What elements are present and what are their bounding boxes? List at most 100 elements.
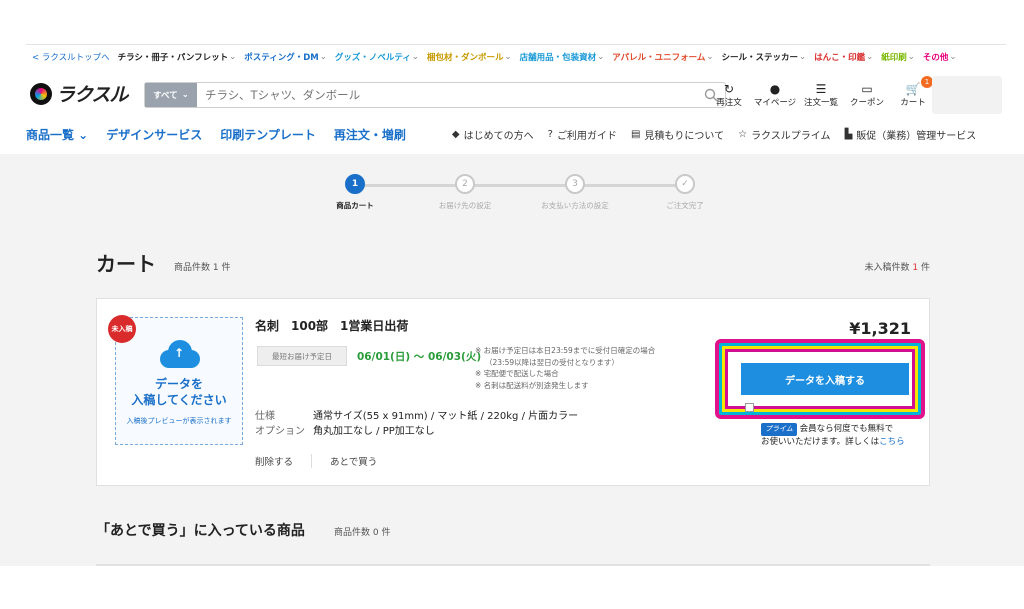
nav-main-link[interactable]: 印刷テンプレート: [220, 126, 316, 143]
step-number: 2: [455, 174, 475, 194]
category-link[interactable]: 梱包材・ダンボール: [427, 51, 504, 63]
divider: [311, 454, 313, 468]
header-icon-label: 注文一覧: [803, 98, 838, 108]
avatar[interactable]: [932, 76, 1002, 114]
cloud-upload-icon: ↑: [156, 340, 202, 368]
spec-label: 仕様: [255, 411, 275, 422]
user-button[interactable]: ● マイページ: [752, 82, 798, 108]
cart-title: カート: [96, 252, 156, 276]
cart-item-card: 未入稿 ↑ データを 入稿してください 入稿後プレビューが表示されます 名刺 1…: [96, 298, 930, 486]
prime-text-2: お使いいただけます。詳しくは: [761, 437, 880, 447]
unsubmitted-number: 1: [912, 263, 919, 273]
option-label: オプション: [255, 426, 305, 437]
delivery-note: ※ 名刺は配送料が別途発生します: [475, 380, 589, 390]
delivery-note: ※ 宅配便で配送した場合: [475, 369, 559, 378]
step-number: 1: [345, 174, 365, 194]
status-badge: 未入稿: [108, 315, 136, 343]
unsubmitted-unit: 件: [920, 263, 930, 273]
order-list-button[interactable]: ☰ 注文一覧: [798, 82, 844, 108]
category-link[interactable]: チラシ・冊子・パンフレット: [118, 51, 229, 63]
nav-sub-label: ご利用ガイド: [556, 130, 617, 142]
product-specs: 仕様 通常サイズ(55 x 91mm) / マット紙 / 220kg / 片面カラ…: [255, 409, 578, 439]
category-link[interactable]: シール・ステッカー: [721, 51, 798, 63]
section-divider: [96, 564, 930, 566]
nav-sub-label: 見積もりについて: [644, 130, 725, 142]
main-nav: 商品一覧 ⌄ デザインサービス 印刷テンプレート 再注文・増刷 ◆ はじめての方へ? ご利用…: [26, 120, 1006, 148]
coupon-button[interactable]: ▭ クーポン: [844, 82, 890, 108]
chevron-down-icon: ⌄: [949, 51, 957, 62]
category-link[interactable]: その他: [923, 51, 949, 63]
buy-later-title: 「あとで買う」に入っている商品: [96, 523, 305, 539]
submit-data-button[interactable]: データを入稿する: [741, 363, 909, 395]
coupon-icon: ▭: [861, 82, 873, 96]
search-input[interactable]: [197, 83, 697, 107]
search-scope-label: すべて: [153, 91, 178, 101]
raksul-top-link[interactable]: < ラクスルトップへ: [32, 51, 110, 63]
item-actions: 削除する あとで買う: [255, 454, 377, 468]
nav-main-link[interactable]: 商品一覧 ⌄: [26, 126, 88, 143]
delivery-notes: ※ お届け予定日は本日23:59までに受付日確定の場合 （23:59以降は翌日の受…: [475, 345, 655, 391]
reorder-icon: ↻: [723, 82, 735, 96]
category-link[interactable]: グッズ・ノベルティ: [335, 51, 411, 63]
cart-item-count: 商品件数 1 件: [174, 263, 231, 273]
nav-sub-link[interactable]: ? ご利用ガイド: [548, 127, 617, 142]
nav-sub-label: はじめての方へ: [463, 130, 534, 142]
cart-button[interactable]: 🛒 カート 1: [890, 76, 936, 108]
nav-sub-label: 販促（業務）管理サービス: [856, 130, 977, 142]
option-value: 角丸加工なし / PP加工なし: [313, 426, 435, 437]
buy-later-count: 商品件数 0 件: [334, 528, 391, 538]
nav-sub-link[interactable]: ▤ 見積もりについて: [631, 127, 724, 142]
step-label: お支払い方法の設定: [541, 201, 609, 210]
checkout-step: ✓ ご注文完了: [630, 174, 740, 211]
category-link[interactable]: 紙印刷: [881, 51, 907, 63]
header-icon-label: マイページ: [753, 98, 797, 108]
option-checkbox[interactable]: [745, 403, 754, 412]
upload-data-area[interactable]: ↑ データを 入稿してください 入稿後プレビューが表示されます: [115, 317, 243, 445]
header-icons: ↻ 再注文 ● マイページ ☰ 注文一覧 ▭ クーポン 🛒 カート 1: [706, 76, 936, 108]
delete-link[interactable]: 削除する: [255, 454, 293, 468]
nav-main-link[interactable]: デザインサービス: [106, 126, 202, 143]
order-list-icon: ☰: [815, 82, 827, 96]
step-label: お届け先の設定: [438, 201, 492, 210]
reorder-button[interactable]: ↻ 再注文: [706, 82, 752, 108]
logo[interactable]: ラクスル: [30, 80, 128, 107]
unsubmitted-count: 未入稿件数 1 件: [864, 260, 930, 273]
unsubmitted-label: 未入稿件数: [864, 263, 910, 273]
estimate-icon: ▤: [630, 128, 641, 140]
logo-mark-icon: [30, 82, 52, 105]
chevron-down-icon: ⌄: [798, 51, 807, 62]
category-link[interactable]: はんこ・印鑑: [814, 51, 865, 63]
search-scope-select[interactable]: すべて ⌄: [145, 83, 197, 107]
nav-sub-link[interactable]: ☆ ラクスルプライム: [738, 127, 830, 142]
delivery-note: ※ お届け予定日は本日23:59までに受付日確定の場合: [475, 346, 656, 355]
chevron-down-icon: ⌄: [181, 90, 189, 100]
step-label: ご注文完了: [666, 201, 704, 210]
buy-later-link[interactable]: あとで買う: [330, 454, 377, 468]
category-link[interactable]: 店舗用品・包装資材: [520, 51, 597, 63]
spec-value: 通常サイズ(55 x 91mm) / マット紙 / 220kg / 片面カラー: [313, 411, 579, 422]
category-link[interactable]: アパレル・ユニフォーム: [612, 51, 705, 63]
category-bar: < ラクスルトップへ チラシ・冊子・パンフレット ⌄ ポスティング・DM ⌄ グッズ・ノ…: [26, 44, 1006, 68]
user-icon: ●: [769, 82, 781, 96]
nav-sub-link[interactable]: ▙ 販促（業務）管理サービス: [845, 127, 977, 142]
chevron-down-icon: ⌄: [706, 51, 714, 62]
checkout-step: 3 お支払い方法の設定: [520, 174, 630, 211]
header-icon-label: クーポン: [849, 98, 884, 108]
delivery-date: 06/01(日) 〜 06/03(火): [357, 351, 482, 363]
logo-text: ラクスル: [56, 84, 128, 106]
header-icon-label: 再注文: [716, 98, 742, 108]
category-link[interactable]: ポスティング・DM: [244, 51, 319, 63]
header: ラクスル すべて ⌄ ↻ 再注文 ● マイページ ☰ 注文一覧 ▭ クーポン 🛒カート1: [26, 70, 1006, 120]
search-bar: すべて ⌄: [144, 82, 726, 108]
chevron-down-icon: ⌄: [411, 51, 419, 62]
prime-notice: プライム 会員なら何度でも無料で お使いいただけます。詳しくはこちら: [761, 423, 905, 449]
nav-main-link[interactable]: 再注文・増刷: [334, 126, 406, 143]
chevron-down-icon: ⌄: [907, 51, 915, 62]
nav-sub-link[interactable]: ◆ はじめての方へ: [452, 127, 534, 142]
help-icon: ?: [547, 128, 553, 140]
star-icon: ☆: [738, 128, 748, 140]
step-number: ✓: [675, 174, 695, 194]
item-price: ¥1,321: [849, 319, 911, 338]
prime-details-link[interactable]: こちら: [879, 437, 905, 447]
shield-icon: ◆: [451, 128, 460, 140]
